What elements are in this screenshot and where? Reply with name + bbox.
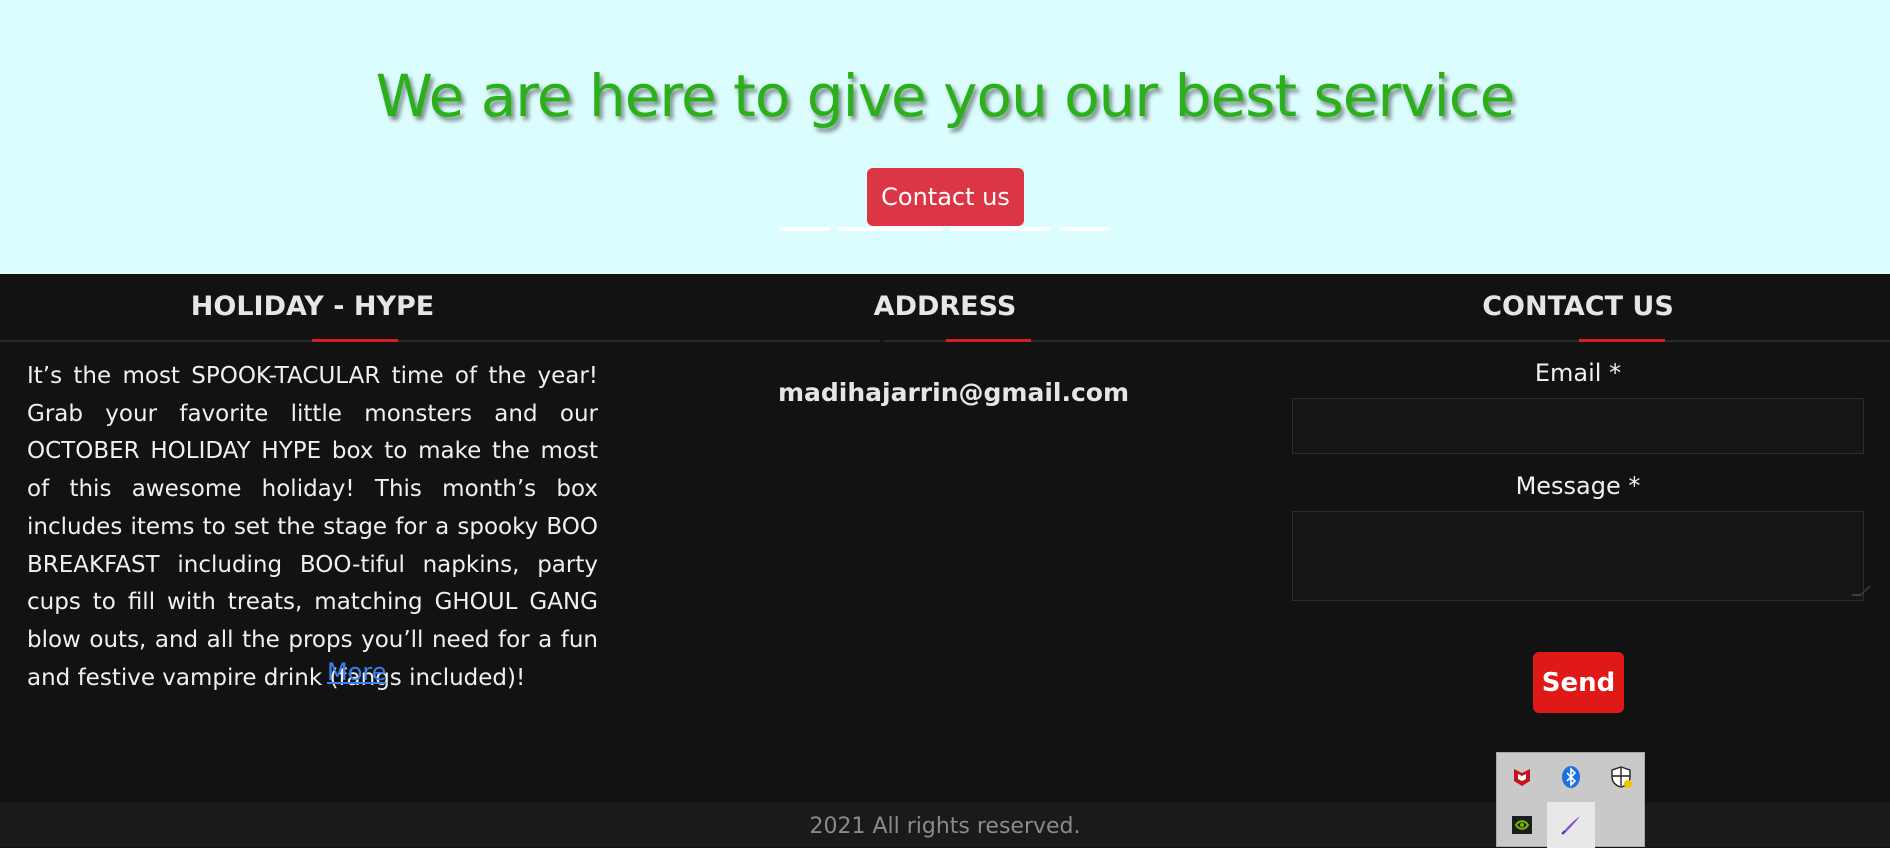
hero-decoration [838, 227, 943, 231]
holiday-hype-heading: HOLIDAY - HYPE [190, 291, 435, 322]
address-heading: ADDRESS [873, 291, 1017, 322]
send-button[interactable]: Send [1533, 652, 1624, 713]
pen-icon[interactable] [1547, 802, 1595, 848]
section-divider [0, 340, 880, 342]
address-email: madihajarrin@gmail.com [777, 378, 1129, 407]
hero-decoration [950, 227, 1050, 231]
hero-decoration [780, 227, 830, 231]
nvidia-icon[interactable] [1498, 802, 1546, 848]
contact-us-heading: CONTACT US [1482, 291, 1674, 322]
section-divider [884, 340, 1890, 342]
hero-title: We are here to give you our best service [375, 62, 1516, 130]
hero-decoration [1060, 227, 1110, 231]
heading-underline [946, 339, 1031, 342]
message-field[interactable] [1292, 511, 1864, 601]
contact-us-button[interactable]: Contact us [867, 168, 1024, 226]
about-paragraph: It’s the most SPOOK-TACULAR time of the … [27, 363, 598, 691]
system-tray-overflow [1496, 752, 1645, 848]
heading-underline [312, 339, 398, 342]
heading-underline [1579, 339, 1665, 342]
message-label: Message * [1515, 472, 1641, 500]
hero-section: We are here to give you our best service… [0, 0, 1890, 274]
security-shield-icon[interactable] [1597, 754, 1645, 800]
email-label: Email * [1534, 359, 1622, 387]
more-link[interactable]: More [327, 658, 387, 686]
mcafee-icon[interactable] [1498, 754, 1546, 800]
bluetooth-icon[interactable] [1547, 754, 1595, 800]
email-field[interactable] [1292, 398, 1864, 454]
footer-section: HOLIDAY - HYPE It’s the most SPOOK-TACUL… [0, 274, 1890, 802]
